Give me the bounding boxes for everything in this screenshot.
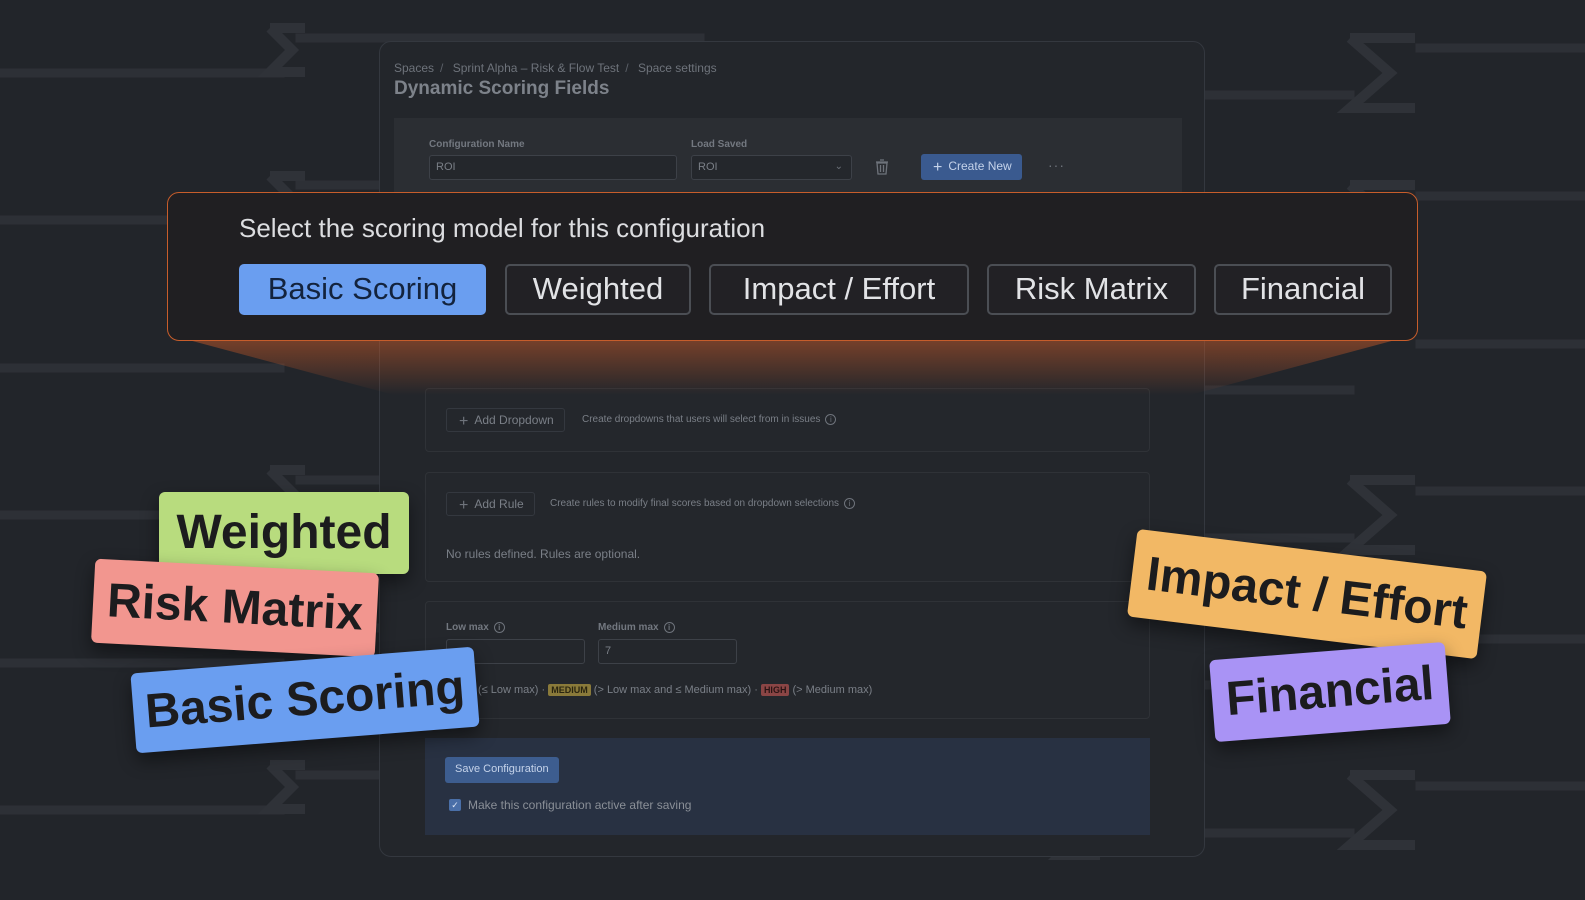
medium-description: (> Low max and ≤ Medium max) [593, 684, 752, 696]
breadcrumb: Spaces / Sprint Alpha – Risk & Flow Test /… [394, 61, 723, 75]
load-saved-value: ROI [698, 161, 718, 173]
threshold-legend: (≤ Low max) · MEDIUM (> Low max and ≤ Me… [478, 684, 872, 696]
configuration-panel: Configuration Name ROI Load Saved ROI ⌄ … [394, 118, 1182, 198]
page-title: Dynamic Scoring Fields [394, 78, 610, 99]
breadcrumb-space[interactable]: Sprint Alpha – Risk & Flow Test [453, 61, 620, 75]
rules-hint-text: Create rules to modify final scores base… [550, 498, 840, 509]
info-icon[interactable]: i [844, 498, 856, 509]
low-description: (≤ Low max) [478, 684, 539, 696]
chevron-down-icon: ⌄ [834, 161, 843, 172]
tag-weighted: Weighted [159, 492, 409, 574]
space-settings-card: Spaces / Sprint Alpha – Risk & Flow Test /… [379, 41, 1205, 857]
trash-icon [876, 159, 888, 175]
medium-max-input[interactable]: 7 [598, 639, 737, 664]
rules-empty-state: No rules defined. Rules are optional. [446, 547, 641, 561]
plus-icon: + [459, 413, 469, 430]
model-weighted-button[interactable]: Weighted [505, 264, 691, 315]
breadcrumb-current: Space settings [637, 61, 717, 75]
breadcrumb-separator: / [625, 61, 629, 75]
dropdowns-hint-text: Create dropdowns that users will select … [582, 414, 821, 425]
high-badge: HIGH [760, 684, 790, 696]
breadcrumb-separator: / [440, 61, 444, 75]
model-impact-effort-button[interactable]: Impact / Effort [709, 264, 969, 315]
info-icon[interactable]: i [825, 414, 837, 425]
save-configuration-button[interactable]: Save Configuration [445, 757, 559, 783]
rules-section: + Add Rule Create rules to modify final s… [425, 472, 1150, 582]
add-rule-button[interactable]: + Add Rule [446, 492, 535, 516]
dropdowns-hint: Create dropdowns that users will select … [582, 414, 837, 425]
overlay-title: Select the scoring model for this config… [239, 213, 766, 243]
load-saved-select[interactable]: ROI ⌄ [691, 155, 852, 180]
checkmark-icon: ✓ [451, 800, 459, 810]
add-dropdown-label: Add Dropdown [474, 413, 554, 427]
active-checkbox[interactable]: ✓ [449, 799, 461, 811]
configuration-name-input[interactable]: ROI [429, 155, 677, 180]
create-new-button[interactable]: + Create New [921, 154, 1022, 180]
medium-max-label-text: Medium max [598, 622, 659, 633]
rules-hint: Create rules to modify final scores base… [550, 498, 856, 509]
info-icon[interactable]: i [663, 622, 675, 633]
load-saved-label: Load Saved [691, 139, 748, 150]
low-max-label: Low max i [446, 622, 505, 633]
breadcrumb-spaces[interactable]: Spaces [394, 61, 434, 75]
tag-risk-matrix: Risk Matrix [90, 558, 380, 658]
model-basic-scoring-button[interactable]: Basic Scoring [239, 264, 486, 315]
medium-badge: MEDIUM [548, 684, 591, 696]
plus-icon: + [933, 159, 943, 176]
model-risk-matrix-button[interactable]: Risk Matrix [987, 264, 1196, 315]
info-icon[interactable]: i [493, 622, 505, 633]
save-panel: Save Configuration ✓ Make this configura… [425, 738, 1150, 835]
scoring-model-overlay: Select the scoring model for this config… [167, 192, 1418, 341]
thresholds-section: Low max i Medium max i 7 (≤ Low max) · MED… [425, 601, 1150, 719]
active-checkbox-label: Make this configuration active after sav… [468, 798, 692, 812]
medium-max-label: Medium max i [598, 622, 675, 633]
dropdowns-section: + Add Dropdown Create dropdowns that user… [425, 388, 1150, 452]
add-rule-label: Add Rule [474, 497, 524, 511]
dot-separator: · [541, 684, 546, 696]
dot-separator: · [754, 684, 758, 696]
create-new-label: Create New [948, 159, 1012, 173]
low-max-label-text: Low max [446, 622, 489, 633]
more-options-button[interactable]: ··· [1048, 157, 1065, 173]
model-financial-button[interactable]: Financial [1214, 264, 1392, 315]
plus-icon: + [459, 497, 469, 514]
high-description: (> Medium max) [792, 684, 873, 696]
add-dropdown-button[interactable]: + Add Dropdown [446, 408, 565, 432]
configuration-name-label: Configuration Name [429, 139, 525, 150]
delete-configuration-button[interactable] [874, 158, 894, 178]
